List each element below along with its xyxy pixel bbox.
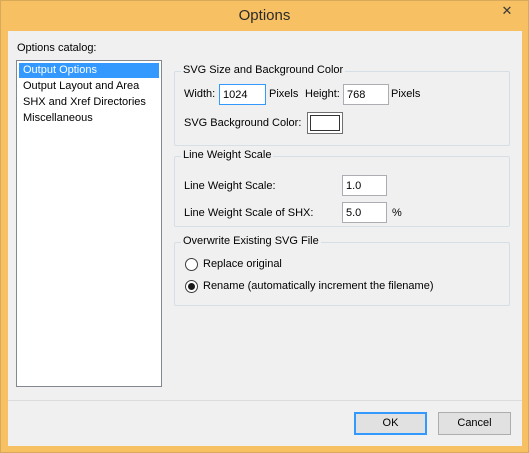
shx-scale-label: Line Weight Scale of SHX:	[184, 207, 314, 219]
shx-scale-input[interactable]	[342, 202, 387, 223]
line-weight-scale-label: Line Weight Scale:	[184, 180, 276, 192]
line-weight-group-title: Line Weight Scale	[181, 149, 274, 161]
window-title: Options	[238, 7, 291, 24]
options-window: Options ✕ Options catalog: Output Option…	[0, 0, 529, 453]
close-icon: ✕	[501, 3, 513, 18]
height-unit-label: Pixels	[391, 88, 421, 100]
height-label: Height:	[305, 88, 340, 100]
close-button[interactable]: ✕	[492, 2, 522, 20]
cancel-button[interactable]: Cancel	[438, 412, 511, 435]
height-input[interactable]	[343, 84, 389, 105]
line-weight-scale-input[interactable]	[342, 175, 387, 196]
width-input[interactable]	[219, 84, 266, 105]
overwrite-group-title: Overwrite Existing SVG File	[181, 235, 321, 247]
title-bar[interactable]: Options ✕	[1, 1, 528, 31]
rename-label[interactable]: Rename (automatically increment the file…	[203, 280, 434, 292]
catalog-label: Options catalog:	[17, 42, 97, 54]
catalog-list[interactable]: Output Options Output Layout and Area SH…	[16, 60, 162, 387]
width-unit-label: Pixels	[269, 88, 299, 100]
line-weight-group: Line Weight Scale Line Weight Scale: Lin…	[174, 149, 510, 227]
catalog-item-miscellaneous[interactable]: Miscellaneous	[19, 111, 159, 126]
bg-color-button[interactable]	[307, 112, 343, 134]
catalog-item-output-options[interactable]: Output Options	[19, 63, 159, 78]
footer-divider	[8, 400, 522, 401]
ok-button[interactable]: OK	[354, 412, 427, 435]
bg-color-label: SVG Background Color:	[184, 117, 302, 129]
catalog-item-shx-xref[interactable]: SHX and Xref Directories	[19, 95, 159, 110]
dialog-body: Options catalog: Output Options Output L…	[8, 31, 522, 446]
svg-size-group-title: SVG Size and Background Color	[181, 64, 346, 76]
overwrite-group: Overwrite Existing SVG File Replace orig…	[174, 235, 510, 306]
catalog-item-output-layout[interactable]: Output Layout and Area	[19, 79, 159, 94]
svg-size-group: SVG Size and Background Color Width: Pix…	[174, 64, 510, 146]
width-label: Width:	[184, 88, 216, 100]
replace-original-label[interactable]: Replace original	[203, 258, 282, 270]
replace-original-radio[interactable]	[185, 258, 198, 271]
rename-radio[interactable]	[185, 280, 198, 293]
shx-percent-label: %	[392, 207, 402, 219]
